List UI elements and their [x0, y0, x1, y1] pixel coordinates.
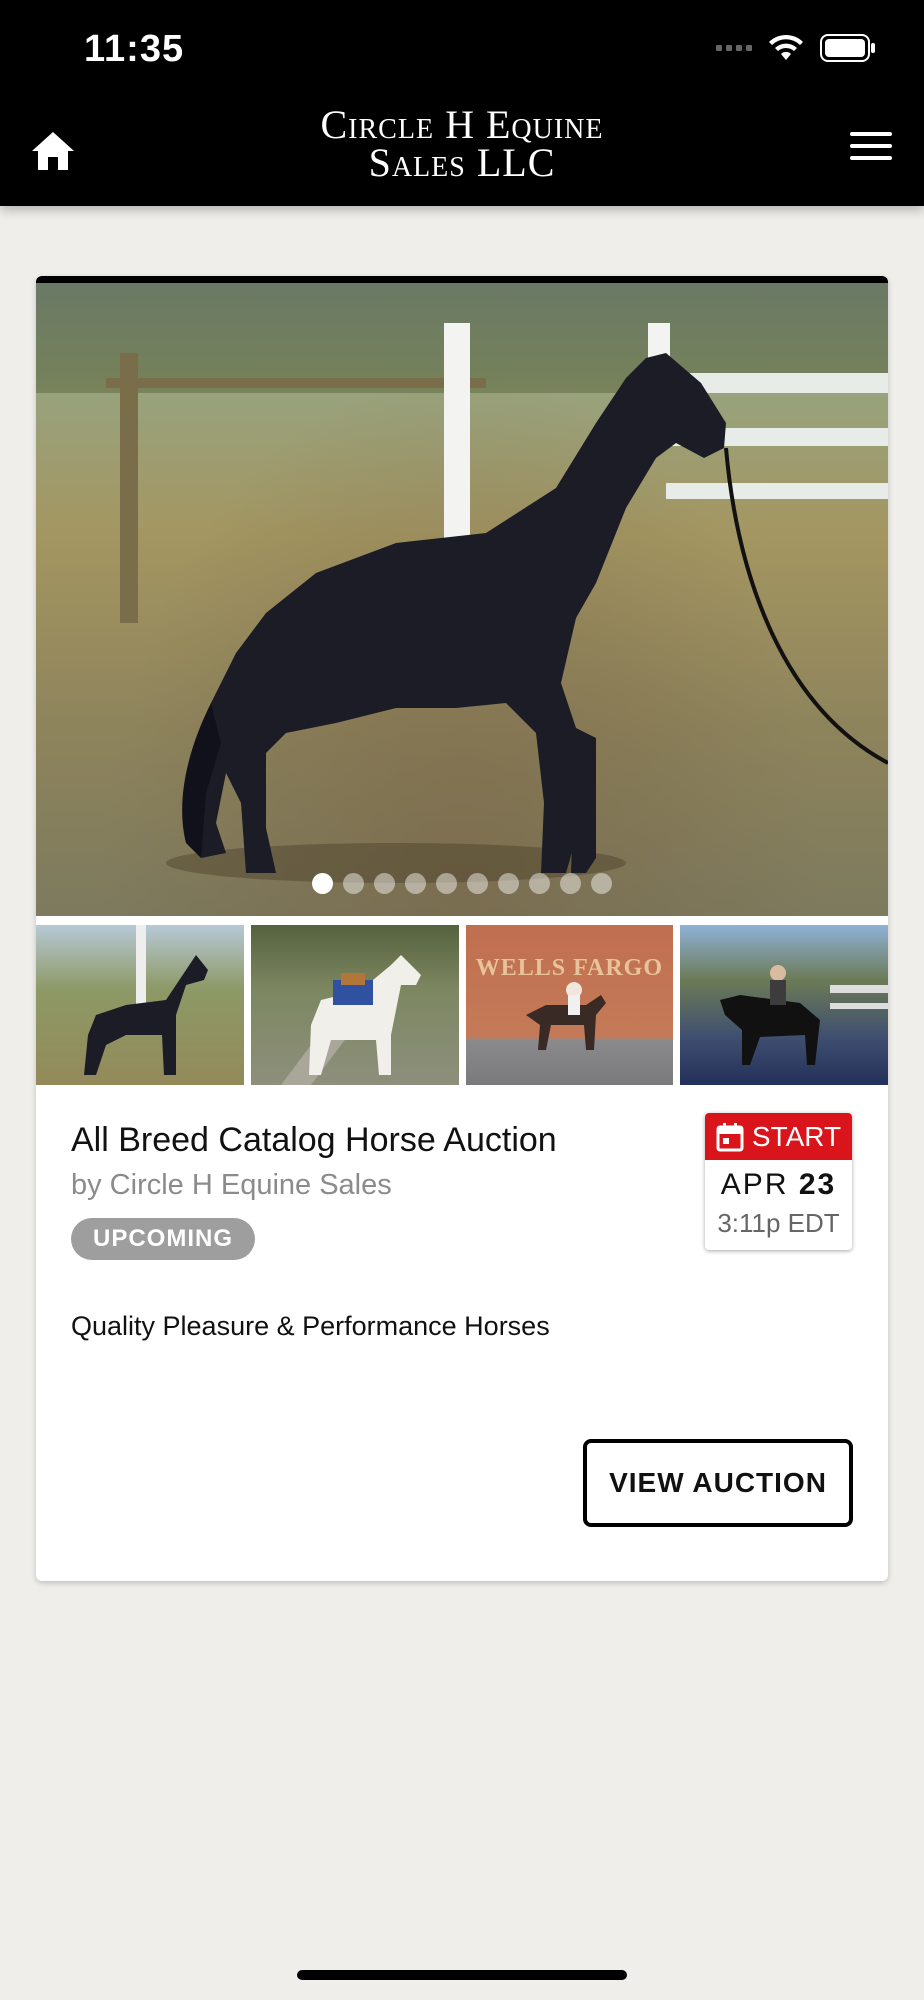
carousel-dot[interactable]: [591, 873, 612, 894]
hamburger-icon-bar: [850, 156, 892, 160]
brand-line-2: Sales LLC: [368, 140, 556, 185]
auction-byline: by Circle H Equine Sales: [71, 1169, 392, 1201]
signal-icon: [716, 45, 752, 51]
auction-description: Quality Pleasure & Performance Horses: [71, 1311, 550, 1341]
hamburger-icon: [850, 132, 892, 136]
carousel-dot[interactable]: [529, 873, 550, 894]
home-indicator[interactable]: [297, 1970, 627, 1980]
status-bar: 11:35: [0, 0, 924, 96]
carousel-dot[interactable]: [467, 873, 488, 894]
start-label: START: [751, 1120, 842, 1152]
carousel-dot[interactable]: [374, 873, 395, 894]
carousel-dot[interactable]: [405, 873, 426, 894]
status-icons: [716, 34, 876, 62]
start-date-box: START APR 23 3:11p EDT: [705, 1113, 852, 1250]
status-time: 11:35: [84, 28, 185, 70]
auction-info: All Breed Catalog Horse Auction by Circl…: [36, 1085, 888, 1581]
carousel-dot[interactable]: [343, 873, 364, 894]
brand-line-1: Circle H Equine: [320, 102, 604, 147]
start-time: 3:11p EDT: [717, 1208, 840, 1238]
thumbnail-strip: WELLS FARGO: [36, 925, 888, 1085]
carousel-dot[interactable]: [498, 873, 519, 894]
auction-card: WELLS FARGO All Breed Catalog Horse Auct…: [36, 276, 888, 1581]
menu-button[interactable]: [850, 132, 892, 168]
battery-icon: [820, 34, 875, 62]
status-badge: UPCOMING: [71, 1218, 255, 1260]
hero-horse: [166, 353, 888, 883]
thumb-horse-wells-fargo[interactable]: WELLS FARGO: [465, 925, 674, 1085]
start-month: APR: [720, 1168, 789, 1201]
thumb-image: [84, 925, 208, 1075]
wifi-icon: [769, 34, 803, 60]
carousel-dot[interactable]: [436, 873, 457, 894]
thumb-horse-black-pasture[interactable]: [36, 925, 244, 1085]
view-auction-button[interactable]: VIEW AUCTION: [583, 1439, 853, 1527]
thumb-image: [280, 955, 421, 1085]
start-day: 23: [798, 1168, 837, 1201]
carousel-dot[interactable]: [560, 873, 581, 894]
thumb-horse-spotted-saddle[interactable]: [250, 925, 459, 1085]
carousel-dot[interactable]: [312, 873, 333, 894]
hero-image-carousel[interactable]: [36, 283, 888, 916]
brand-logo: Circle H Equine Sales LLC: [0, 102, 924, 185]
start-date-header: START: [705, 1113, 852, 1160]
hamburger-icon-bar: [850, 144, 892, 148]
auction-title[interactable]: All Breed Catalog Horse Auction: [71, 1121, 557, 1160]
start-date-day: APR 23: [705, 1168, 852, 1202]
calendar-icon: [716, 1122, 744, 1151]
thumb-image: [720, 965, 888, 1065]
carousel-dots[interactable]: [36, 873, 888, 894]
thumb-horse-rider-parking[interactable]: [680, 925, 888, 1085]
thumb-image: [525, 982, 606, 1050]
app-header: Circle H Equine Sales LLC: [0, 96, 924, 206]
